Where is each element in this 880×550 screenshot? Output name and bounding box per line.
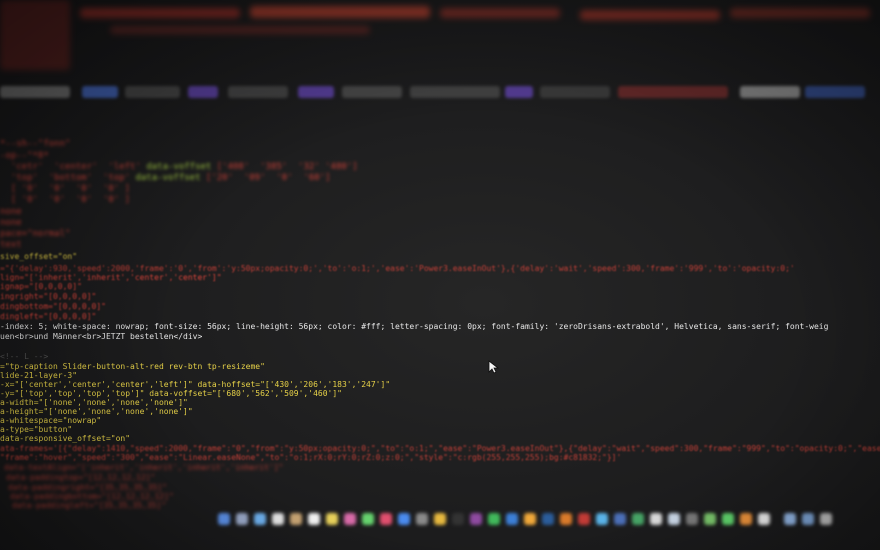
code-line-textalign: lign="['inherit','inherit','center','cen… [0,273,222,282]
maps-icon[interactable] [704,513,716,525]
chrome-icon[interactable] [434,513,446,525]
calculator-icon[interactable] [686,513,698,525]
music-icon[interactable] [380,513,392,525]
code-line-padding-top: data-paddingtop="[12,12,12,12]" [6,473,156,482]
documents-icon[interactable] [802,513,814,525]
code-line-responsive-offset: sive_offset="on" [0,252,78,261]
code-line-whitespace: a-whitespace="nowrap" [0,416,102,425]
code-line-responsive: data-responsive_offset="on" [0,434,131,443]
launchpad-icon[interactable] [236,513,248,525]
excel-icon[interactable] [632,513,644,525]
code-line-data-width: a-width="['none','none','none','none']" [0,398,188,407]
code-line-paddingbottom: dingbottom="[0,0,0,0]" [0,302,106,311]
facetime-icon[interactable] [722,513,734,525]
filezilla-icon[interactable] [578,513,590,525]
preferences-icon[interactable] [416,513,428,525]
ibooks-icon[interactable] [740,513,752,525]
code-line-button-text: uen<br>und Männer<br>JETZT bestellen</di… [0,332,203,341]
textedit-icon[interactable] [650,513,662,525]
code-line-data-height: a-height="['none','none','none','none']" [0,407,193,416]
code-line-id: lide-21-layer-3" [0,371,78,380]
code-line-frames: ata-frames='[{"delay":1410,"speed":2000,… [0,444,880,453]
preview-icon[interactable] [668,513,680,525]
word-icon[interactable] [614,513,626,525]
mouse-pointer-icon [488,360,500,374]
code-line-paddingleft: dingleft="[0,0,0,0]" [0,312,97,321]
code-line-data-y: -y="['top','top','top','top']" data-voff… [0,389,342,398]
trash-icon[interactable] [820,513,832,525]
downloads-icon[interactable] [784,513,796,525]
code-line-frames-upper: ="{'delay':930,'speed':2000,'frame':'0',… [0,264,795,273]
finder-icon[interactable] [218,513,230,525]
photoshop-icon[interactable] [542,513,554,525]
reminders-icon[interactable] [758,513,770,525]
slack-icon[interactable] [470,513,482,525]
data-voffset-token: data-voffset [146,162,212,172]
messages-icon[interactable] [362,513,374,525]
mail-icon[interactable] [272,513,284,525]
spotify-icon[interactable] [488,513,500,525]
code-line-data-x: -x="['center','center','center','left']"… [0,380,391,389]
terminal-icon[interactable] [452,513,464,525]
code-line-padding-bottom: data-paddingbottom="[12,12,12,12]" [10,492,174,501]
code-line-style: -index: 5; white-space: nowrap; font-siz… [0,322,829,331]
vscode-icon[interactable] [506,513,518,525]
code-line-paddingright: ingright="[0,0,0,0]" [0,292,97,301]
code-line-padding-right: data-paddingright="[35,35,35,35]" [8,483,167,492]
calendar-icon[interactable] [308,513,320,525]
data-voffset-token-2: data-voffset [135,173,201,183]
code-line-padding-left: data-paddingleft="[35,35,35,35]" [12,501,167,510]
blurred-top-code-region [0,0,880,70]
app-store-icon[interactable] [398,513,410,525]
contacts-icon[interactable] [290,513,302,525]
editor-tab-bar[interactable] [0,86,880,102]
skype-icon[interactable] [596,513,608,525]
safari-icon[interactable] [254,513,266,525]
code-line-type: a-type="button" [0,425,73,434]
code-line-class: ="tp-caption Slider-button-alt-red rev-b… [0,362,265,371]
code-line-text-align: data-textAlign="['inherit','inherit','in… [4,463,284,472]
code-line-paddingtop: ignap="[0,0,0,0]" [0,282,82,291]
notes-icon[interactable] [326,513,338,525]
photos-icon[interactable] [344,513,356,525]
illustrator-icon[interactable] [560,513,572,525]
dock-app-icons[interactable] [210,510,880,530]
sketch-icon[interactable] [524,513,536,525]
code-line-frames-hover: "frame":"hover","speed":"300","ease":"Li… [0,453,622,462]
